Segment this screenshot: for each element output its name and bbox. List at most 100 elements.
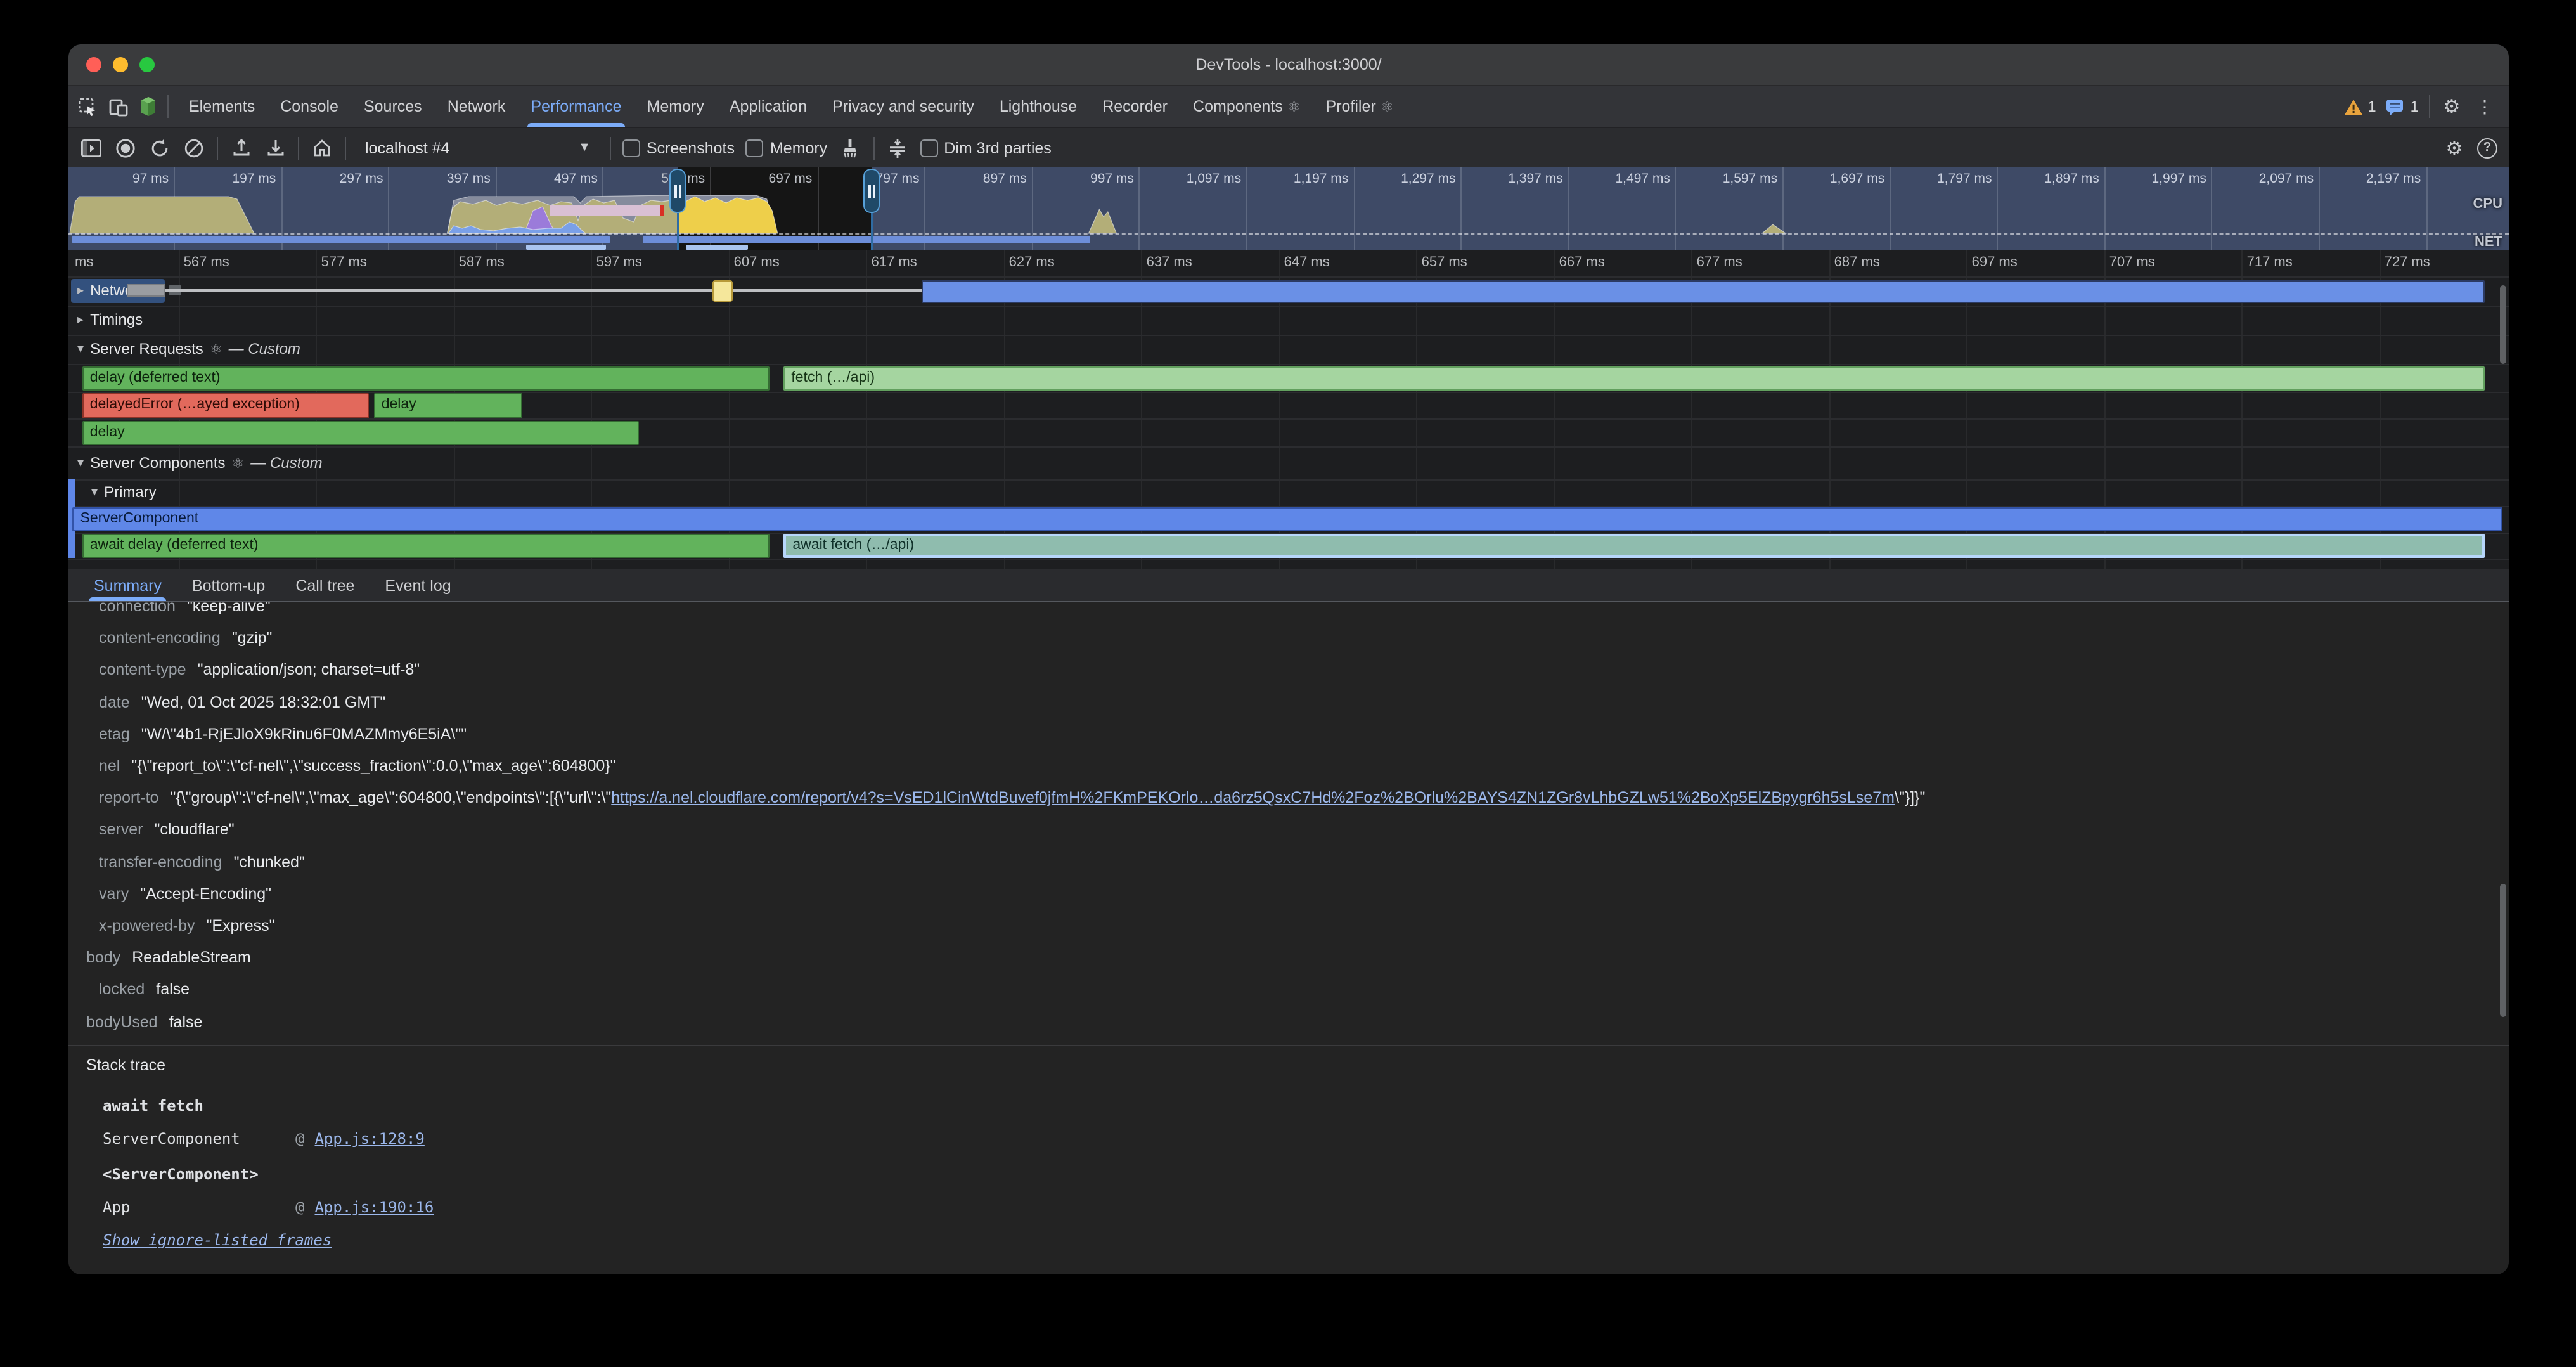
stack-frame-3: App@App.js:190:16: [103, 1198, 434, 1216]
event-bar-await-delay-deferred-text-[interactable]: await delay (deferred text): [82, 533, 770, 557]
save-profile-icon[interactable]: [264, 136, 287, 159]
tab-elements[interactable]: Elements: [176, 86, 267, 127]
capture-settings-gear-icon[interactable]: ⚙: [2443, 136, 2466, 159]
tab-components[interactable]: Components⚛: [1180, 86, 1313, 127]
clear-recordings-button[interactable]: [183, 136, 205, 159]
reload-and-record-button[interactable]: [148, 136, 171, 159]
device-toolbar-icon[interactable]: [106, 95, 129, 118]
inspect-element-icon[interactable]: [76, 95, 99, 118]
header-key: body: [86, 949, 120, 966]
stack-frame-at: @: [295, 1198, 304, 1216]
screenshots-checkbox-group[interactable]: Screenshots: [622, 139, 735, 157]
toolbar-divider-5: [873, 136, 874, 159]
header-key: bodyUsed: [86, 1013, 158, 1030]
overview-left-handle[interactable]: [669, 169, 686, 213]
cpu-baseline-dashed-line: [68, 233, 2509, 235]
details-tab-event-log[interactable]: Event log: [370, 569, 466, 601]
details-tab-bottom-up[interactable]: Bottom-up: [177, 569, 280, 601]
event-bar-await-fetch-api-[interactable]: await fetch (…/api): [783, 533, 2485, 557]
network-request-yellow-box[interactable]: [712, 280, 733, 302]
track-header-primary[interactable]: ▾Primary: [91, 483, 157, 501]
collapse-triangle-icon[interactable]: ▸: [77, 283, 84, 297]
stack-frame-source-link[interactable]: App.js:128:9: [314, 1130, 424, 1148]
expand-triangle-icon[interactable]: ▾: [91, 485, 98, 499]
event-bar-fetch-api-[interactable]: fetch (…/api): [783, 366, 2485, 391]
details-tab-summary[interactable]: Summary: [79, 569, 177, 601]
expand-triangle-icon[interactable]: ▾: [77, 456, 84, 470]
issues-badge[interactable]: 1: [2386, 98, 2419, 115]
header-key: etag: [99, 725, 130, 743]
tab-label: Components: [1193, 98, 1283, 115]
report-to-url-link[interactable]: https://a.nel.cloudflare.com/report/v4?s…: [611, 789, 1895, 807]
window-title: DevTools - localhost:3000/: [68, 44, 2509, 85]
show-ignore-listed-frames-link[interactable]: Show ignore-listed frames: [103, 1231, 332, 1249]
flamechart-scrollbar-thumb[interactable]: [2500, 285, 2506, 364]
tab-network[interactable]: Network: [435, 86, 518, 127]
network-request-bar[interactable]: [921, 280, 2485, 302]
flame-chart[interactable]: ms567 ms577 ms587 ms597 ms607 ms617 ms62…: [68, 250, 2509, 569]
memory-checkbox[interactable]: [746, 139, 764, 157]
overview-right-handle-line: [871, 213, 873, 250]
record-button[interactable]: [114, 136, 137, 159]
track-header-server-components[interactable]: ▾Server Components⚛— Custom: [77, 454, 323, 472]
details-tab-label: Summary: [94, 576, 162, 594]
ruler-tick-label: 647 ms: [1284, 255, 1330, 270]
details-scrollbar-thumb[interactable]: [2500, 884, 2506, 1017]
toolbar-divider-4: [610, 136, 611, 159]
event-bar-servercomponent[interactable]: ServerComponent: [73, 507, 2503, 531]
track-header-timings[interactable]: ▸Timings: [77, 311, 143, 328]
screenshots-checkbox[interactable]: [622, 139, 640, 157]
net-lane-label: NET: [2475, 235, 2502, 250]
ruler-tick-label: 567 ms: [184, 255, 229, 270]
tab-recorder[interactable]: Recorder: [1090, 86, 1180, 127]
header-value: "{\"report_to\":\"cf-nel\",\"success_fra…: [131, 757, 615, 775]
tab-profiler[interactable]: Profiler⚛: [1313, 86, 1407, 127]
warnings-count: 1: [2367, 98, 2376, 115]
memory-checkbox-group[interactable]: Memory: [746, 139, 827, 157]
tab-sources[interactable]: Sources: [351, 86, 435, 127]
overview-right-handle[interactable]: [864, 169, 880, 213]
ruler-tick-label: 597 ms: [596, 255, 642, 270]
header-value: false: [156, 981, 190, 999]
event-bar-delay-deferred-text-[interactable]: delay (deferred text): [82, 366, 770, 391]
track-label: Server Components: [90, 454, 225, 472]
stack-frame-source-link[interactable]: App.js:190:16: [314, 1198, 434, 1216]
more-options-icon[interactable]: ⋮: [2473, 95, 2496, 118]
garbage-collect-icon[interactable]: [839, 136, 861, 159]
tab-performance[interactable]: Performance: [518, 86, 634, 127]
details-tab-call-tree[interactable]: Call tree: [280, 569, 370, 601]
tab-privacy-and-security[interactable]: Privacy and security: [820, 86, 987, 127]
header-value: "keep-alive": [187, 602, 271, 615]
home-icon[interactable]: [311, 136, 333, 159]
details-tab-label: Event log: [385, 576, 451, 594]
help-icon[interactable]: ?: [2477, 138, 2497, 158]
load-profile-icon[interactable]: [229, 136, 252, 159]
header-key: content-encoding: [99, 629, 221, 647]
event-bar-delay[interactable]: delay: [82, 420, 640, 445]
ruler-tick-label: 667 ms: [1559, 255, 1605, 270]
tab-memory[interactable]: Memory: [634, 86, 717, 127]
stack-frame-function: <ServerComponent>: [103, 1165, 295, 1183]
event-bar-delayederror-ayed-exception-[interactable]: delayedError (…ayed exception): [82, 393, 368, 418]
track-row-separator: [68, 446, 2509, 447]
custom-suffix: — Custom: [250, 454, 322, 472]
stack-trace-title: Stack trace: [86, 1056, 165, 1074]
dim-3rd-parties-checkbox[interactable]: [920, 139, 937, 157]
collapse-triangle-icon[interactable]: ▸: [77, 313, 84, 327]
track-header-server-requests[interactable]: ▾Server Requests⚛— Custom: [77, 340, 300, 358]
history-select[interactable]: localhost #4 ▼: [357, 136, 598, 159]
expand-triangle-icon[interactable]: ▾: [77, 342, 84, 356]
event-bar-delay[interactable]: delay: [374, 393, 522, 418]
settings-gear-icon[interactable]: ⚙: [2440, 95, 2463, 118]
tab-console[interactable]: Console: [267, 86, 351, 127]
timeline-overview[interactable]: 97 ms197 ms297 ms397 ms497 ms597 ms697 m…: [68, 167, 2509, 250]
warnings-badge[interactable]: 1: [2343, 98, 2376, 115]
memory-label: Memory: [770, 139, 827, 157]
tab-application[interactable]: Application: [717, 86, 820, 127]
ruler-tick-label: 577 ms: [321, 255, 367, 270]
dim-3rd-parties-checkbox-group[interactable]: Dim 3rd parties: [920, 139, 1052, 157]
header-value: "W/\"4b1-RjEJloX9kRinu6F0MAZMmy6E5iA\"": [141, 725, 467, 743]
toggle-sidebar-icon[interactable]: [80, 136, 103, 159]
tab-lighthouse[interactable]: Lighthouse: [987, 86, 1090, 127]
shorten-flame-icon[interactable]: [886, 136, 908, 159]
